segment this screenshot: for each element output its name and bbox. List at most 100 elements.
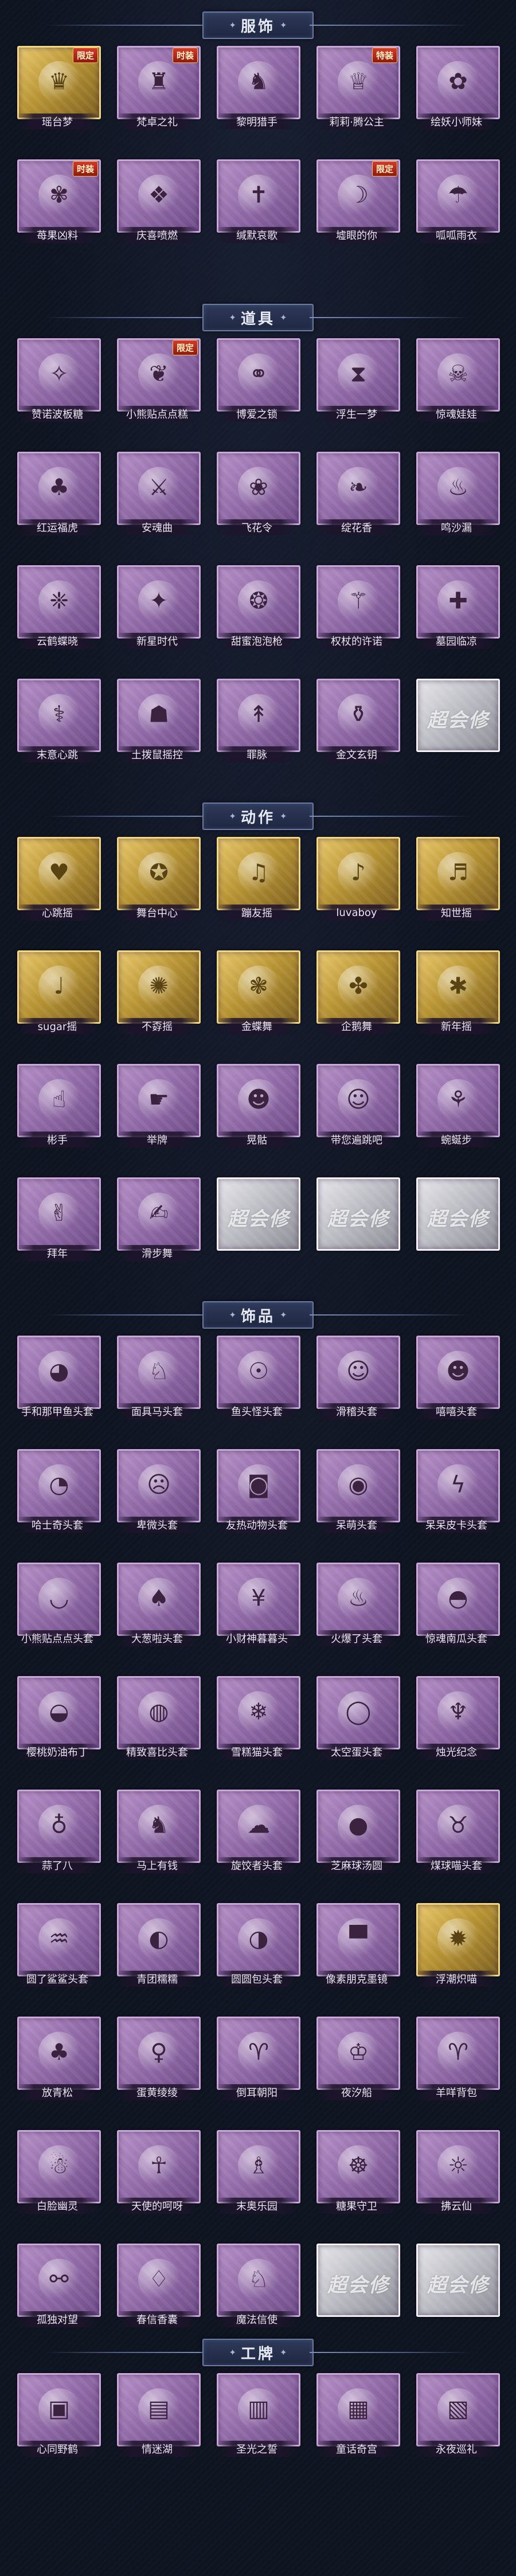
item-tile[interactable]: 超会修 (416, 2244, 500, 2330)
item-tile[interactable]: ◑ 圆圆包头套 (217, 1903, 300, 1989)
item-tile[interactable]: ♒ 圆了鲨鲨头套 (17, 1903, 101, 1989)
item-tile[interactable]: ▦ 童话奇宫 (316, 2373, 400, 2459)
item-tile[interactable]: ☹ 卑微头套 (117, 1449, 201, 1535)
item-tile[interactable]: ♆ 烛光纪念 (416, 1676, 500, 1762)
item-tile[interactable]: ♛ 限定 瑶台梦 (17, 46, 101, 132)
item-tile[interactable]: ▧ 永夜巡礼 (416, 2373, 500, 2459)
item-tile[interactable]: ◍ 精致喜比头套 (117, 1676, 201, 1762)
item-tile[interactable]: ☼ 拂云仙 (416, 2130, 500, 2216)
item-tile[interactable]: ☃ 白脸幽灵 (17, 2130, 101, 2216)
item-tile[interactable]: ✌ 拜年 (17, 1177, 101, 1263)
item-tile[interactable]: ♫ 蹦友摇 (217, 837, 300, 923)
item-tile[interactable]: ◯ 太空蛋头套 (316, 1676, 400, 1762)
item-tile[interactable]: ♠ 大葱啦头套 (117, 1563, 201, 1649)
item-tile[interactable]: ☻ 晃骷 (217, 1064, 300, 1150)
item-tile[interactable]: ⚯ 孤独对望 (17, 2244, 101, 2330)
item-tile[interactable]: ☉ 鱼头怪头套 (217, 1336, 300, 1422)
item-tile[interactable]: ✚ 墓园临凉 (416, 565, 500, 651)
item-tile[interactable]: ◓ 惊魂南瓜头套 (416, 1563, 500, 1649)
item-tile[interactable]: ☥ 天使的呵呀 (117, 2130, 201, 2216)
item-tile[interactable]: ◒ 樱桃奶油布丁 (17, 1676, 101, 1762)
item-tile[interactable]: ❂ 甜蜜泡泡枪 (217, 565, 300, 651)
item-tile[interactable]: ◐ 青团糯糯 (117, 1903, 201, 1989)
item-tile[interactable]: 超会修 (416, 679, 500, 765)
item-tile[interactable]: ✧ 赞诺波板糖 (17, 338, 101, 424)
item-tile[interactable]: ◉ 呆萌头套 (316, 1449, 400, 1535)
item-tile[interactable]: ✹ 浮潮炽喵 (416, 1903, 500, 1989)
item-tile[interactable]: ❧ 绽花香 (316, 452, 400, 538)
item-tile[interactable]: ♣ 红运福虎 (17, 452, 101, 538)
item-tile[interactable]: ● 芝麻球汤圆 (316, 1790, 400, 1876)
item-tile[interactable]: 超会修 (316, 1177, 400, 1263)
item-tile[interactable]: ♨ 火爆了头套 (316, 1563, 400, 1649)
item-tile[interactable]: ✦ 新星时代 (117, 565, 201, 651)
item-tile[interactable]: ◙ 友热动物头套 (217, 1449, 300, 1535)
item-tile[interactable]: ⚚ 权杖的许诺 (316, 565, 400, 651)
item-tile[interactable]: ⚔ 安魂曲 (117, 452, 201, 538)
item-tile[interactable]: ♗ 末奥乐园 (217, 2130, 300, 2216)
item-tile[interactable]: ♁ 蒜了八 (17, 1790, 101, 1876)
item-tile[interactable]: ◔ 哈士奇头套 (17, 1449, 101, 1535)
item-tile[interactable]: ❦ 限定 小熊贴点点糕 (117, 338, 201, 424)
item-tile[interactable]: ♕ 特装 莉莉·腾公主 (316, 46, 400, 132)
item-tile[interactable]: ⧗ 浮生一梦 (316, 338, 400, 424)
item-tile[interactable]: ☝ 彬手 (17, 1064, 101, 1150)
item-tile[interactable]: ❃ 金蝶舞 (217, 950, 300, 1036)
item-tile[interactable]: ♪ luvaboy (316, 837, 400, 923)
item-tile[interactable]: ☺ 带您遍跳吧 (316, 1064, 400, 1150)
item-tile[interactable]: ♉ 煤球喵头套 (416, 1790, 500, 1876)
item-tile[interactable]: ◕ 手和那甲鱼头套 (17, 1336, 101, 1422)
item-tile[interactable]: ☗ 土拨鼠摇控 (117, 679, 201, 765)
item-tile[interactable]: ☽ 限定 墟眼的你 (316, 159, 400, 245)
item-tile[interactable]: ♈ 羊咩背包 (416, 2017, 500, 2103)
item-tile[interactable]: ☛ 举牌 (117, 1064, 201, 1150)
item-tile[interactable]: ♞ 马上有钱 (117, 1790, 201, 1876)
item-tile[interactable]: ♀ 蛋黄绫绫 (117, 2017, 201, 2103)
item-tile[interactable]: ☂ 呱呱雨衣 (416, 159, 500, 245)
item-tile[interactable]: ϟ 呆呆皮卡头套 (416, 1449, 500, 1535)
item-tile[interactable]: ▀ 像素朋克墨镜 (316, 1903, 400, 1989)
item-tile[interactable]: ⚕ 末意心跳 (17, 679, 101, 765)
item-tile[interactable]: ♬ 知世摇 (416, 837, 500, 923)
item-tile[interactable]: ✾ 时装 苺果凶料 (17, 159, 101, 245)
item-tile[interactable]: ♢ 春信香囊 (117, 2244, 201, 2330)
item-tile[interactable]: ⚭ 博爱之锁 (217, 338, 300, 424)
item-tile[interactable]: ♩ sugar摇 (17, 950, 101, 1036)
item-tile[interactable]: ▥ 圣光之誓 (217, 2373, 300, 2459)
item-tile[interactable]: ❀ 飞花令 (217, 452, 300, 538)
item-tile[interactable]: ❄ 雪糕猫头套 (217, 1676, 300, 1762)
item-tile[interactable]: ✺ 不孬摇 (117, 950, 201, 1036)
item-tile[interactable]: ♞ 黎明猎手 (217, 46, 300, 132)
item-tile[interactable]: ◡ 小熊贴点点头套 (17, 1563, 101, 1649)
item-tile[interactable]: ♣ 放青松 (17, 2017, 101, 2103)
item-tile[interactable]: ☻ 嘻嘻头套 (416, 1336, 500, 1422)
item-tile[interactable]: ✍ 滑步舞 (117, 1177, 201, 1263)
item-tile[interactable]: ✱ 新年摇 (416, 950, 500, 1036)
item-tile[interactable]: ♘ 魔法信使 (217, 2244, 300, 2330)
item-tile[interactable]: ↟ 罪脉 (217, 679, 300, 765)
item-tile[interactable]: ✪ 舞台中心 (117, 837, 201, 923)
item-tile[interactable]: ☸ 糖果守卫 (316, 2130, 400, 2216)
item-tile[interactable]: ❖ 庆喜喷燃 (117, 159, 201, 245)
item-tile[interactable]: ☠ 惊魂娃娃 (416, 338, 500, 424)
item-tile[interactable]: ☁ 旋饺者头套 (217, 1790, 300, 1876)
item-tile[interactable]: ♘ 面具马头套 (117, 1336, 201, 1422)
item-tile[interactable]: ❈ 云鹤蝶晓 (17, 565, 101, 651)
item-tile[interactable]: ☺ 滑稽头套 (316, 1336, 400, 1422)
item-tile[interactable]: 超会修 (416, 1177, 500, 1263)
item-tile[interactable]: ✿ 绘妖小师妹 (416, 46, 500, 132)
item-tile[interactable]: ▤ 情迷湖 (117, 2373, 201, 2459)
item-tile[interactable]: ¥ 小财神暮暮头 (217, 1563, 300, 1649)
item-tile[interactable]: ♨ 鸣沙漏 (416, 452, 500, 538)
item-tile[interactable]: ✤ 企鹅舞 (316, 950, 400, 1036)
item-tile[interactable]: ♥ 心跳摇 (17, 837, 101, 923)
item-tile[interactable]: ⚱ 金文玄钥 (316, 679, 400, 765)
item-tile[interactable]: ▣ 心同野鹤 (17, 2373, 101, 2459)
item-tile[interactable]: ♔ 夜汐船 (316, 2017, 400, 2103)
item-tile[interactable]: ♜ 时装 梵卓之礼 (117, 46, 201, 132)
item-tile[interactable]: 超会修 (217, 1177, 300, 1263)
item-tile[interactable]: ♈ 倒耳朝阳 (217, 2017, 300, 2103)
item-tile[interactable]: 超会修 (316, 2244, 400, 2330)
item-tile[interactable]: ✝ 缄默哀歌 (217, 159, 300, 245)
item-tile[interactable]: ⚘ 蜿蜒步 (416, 1064, 500, 1150)
